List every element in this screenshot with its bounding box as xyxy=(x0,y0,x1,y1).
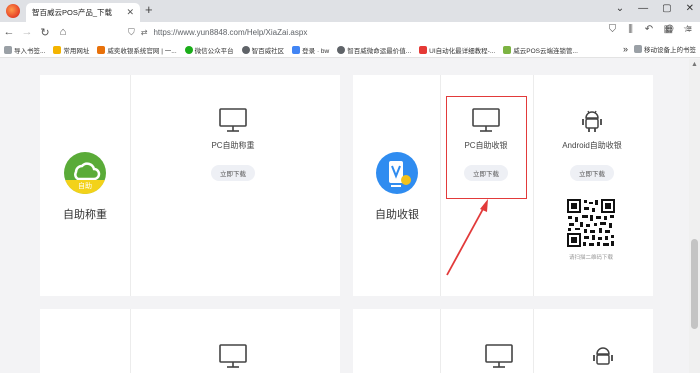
shield-icon[interactable]: ⛉ xyxy=(128,27,135,38)
weigh-product-name: PC自助称重 xyxy=(211,141,255,150)
card-divider xyxy=(130,309,131,373)
bookmark-item[interactable]: 微信公众平台 xyxy=(184,45,234,55)
bookmark-label: 登录 · bw xyxy=(302,47,330,55)
bookmark-icon xyxy=(4,45,12,54)
bookmark-label: 威云POS云端连锁管... xyxy=(513,47,578,55)
tab-close-icon[interactable]: ✕ xyxy=(126,7,134,18)
bookmark-item[interactable]: UI自动化最详细教程-... xyxy=(419,45,495,55)
bookmark-icon xyxy=(97,45,106,54)
checkout-category-label: 自助收银 xyxy=(375,209,419,221)
monitor-icon xyxy=(219,108,247,132)
close-window-icon[interactable]: ✕ xyxy=(686,3,694,14)
tab-list-icon[interactable]: ⌄ xyxy=(616,3,624,14)
account-icon[interactable]: ⚇ xyxy=(665,24,674,35)
undo-icon[interactable]: ↶ xyxy=(645,24,653,35)
maximize-icon[interactable]: ▢ xyxy=(662,3,671,14)
weigh-pc-product: PC自助称重 立即下载 xyxy=(183,107,283,181)
toolbar-actions: ⛉ ⫼ ↶ ⚇ ≡ xyxy=(609,24,692,35)
monitor-icon xyxy=(485,344,513,368)
scroll-up-icon[interactable]: ▲ xyxy=(691,61,698,68)
globe-icon xyxy=(337,45,346,54)
lower-card-left xyxy=(40,309,340,373)
bookmarks-right: » 移动设备上的书签 xyxy=(623,44,696,54)
page-content: 自助 自助称重 PC自助称重 立即下载 自助收银 PC自助收银 立即下载 And… xyxy=(0,59,689,373)
active-tab[interactable]: 智百威云POS产品_下载 ✕ xyxy=(26,3,140,22)
bookmark-icon xyxy=(503,45,512,54)
qr-code xyxy=(566,198,616,248)
folder-icon xyxy=(634,45,642,53)
card-divider xyxy=(130,75,131,296)
cloud-icon: 自助 xyxy=(64,152,106,194)
bookmark-item[interactable]: 威云POS云端连锁管... xyxy=(503,45,578,55)
mobile-bookmarks[interactable]: 移动设备上的书签 xyxy=(634,44,696,54)
back-icon[interactable]: ← xyxy=(0,26,18,38)
wechat-icon xyxy=(184,45,193,54)
mobile-bookmarks-label: 移动设备上的书签 xyxy=(644,47,696,54)
reload-icon[interactable]: ↻ xyxy=(36,26,54,39)
shield-toolbar-icon[interactable]: ⛉ xyxy=(609,24,617,35)
kiosk-icon xyxy=(376,152,418,194)
weigh-download-button[interactable]: 立即下载 xyxy=(211,165,255,181)
bookmark-label: 威奕收银系统官网 | 一... xyxy=(107,47,177,55)
browser-logo-icon[interactable] xyxy=(6,4,20,18)
qr-caption: 请扫描二维码下载 xyxy=(568,255,613,261)
bookmark-label: 智百威微命运最价值... xyxy=(347,47,412,55)
bookmark-item[interactable]: 登录 · bw xyxy=(292,45,329,55)
card-divider xyxy=(440,309,441,373)
weigh-badge: 自助 xyxy=(78,183,92,190)
annotation-arrow xyxy=(446,199,488,276)
window-controls: ⌄ — ▢ ✕ xyxy=(616,3,694,14)
bookmark-label: UI自动化最详细教程-... xyxy=(429,47,496,55)
more-bookmarks-icon[interactable]: » xyxy=(623,44,628,54)
address-bar[interactable]: ⛉ ⇄ https://www.yun8848.com/Help/XiaZai.… xyxy=(128,24,558,40)
bookmarks-bar: 导入书签... 常用网址 威奕收银系统官网 | 一... 微信公众平台 智百威社… xyxy=(0,42,700,58)
checkout-android-download-button[interactable]: 立即下载 xyxy=(570,165,614,181)
folder-icon xyxy=(53,45,62,54)
page-scrollbar[interactable]: ▲ xyxy=(689,59,700,373)
tab-strip: 智百威云POS产品_下载 ✕ + ⌄ — ▢ ✕ xyxy=(0,0,700,22)
tab-title: 智百威云POS产品_下载 xyxy=(32,8,113,17)
checkout-android-name: Android自助收银 xyxy=(562,141,622,150)
site-info-icon[interactable]: ⇄ xyxy=(141,28,148,37)
new-tab-icon[interactable]: + xyxy=(145,3,153,17)
bookmark-label: 常用网址 xyxy=(63,47,90,55)
navigation-bar: ← → ↻ ⌂ ⛉ ⇄ https://www.yun8848.com/Help… xyxy=(0,22,700,42)
weigh-category-label: 自助称重 xyxy=(63,209,107,221)
minimize-icon[interactable]: — xyxy=(638,3,648,14)
bookmark-item[interactable]: 智百威社区 xyxy=(241,45,285,55)
card-divider xyxy=(533,309,534,373)
bookmark-item[interactable]: 导入书签... xyxy=(4,45,45,55)
weigh-card: 自助 自助称重 PC自助称重 立即下载 xyxy=(40,75,340,296)
bookmark-label: 智百威社区 xyxy=(251,47,285,55)
bookmark-item[interactable]: 威奕收银系统官网 | 一... xyxy=(97,45,177,55)
highlight-box xyxy=(446,96,527,199)
bookmark-icon xyxy=(292,45,301,54)
forward-icon[interactable]: → xyxy=(18,26,36,38)
home-icon[interactable]: ⌂ xyxy=(54,26,72,38)
bookmark-icon xyxy=(419,45,428,54)
android-icon xyxy=(593,347,613,365)
bookmark-item[interactable]: 智百威微命运最价值... xyxy=(337,45,411,55)
bookmark-label: 导入书签... xyxy=(14,47,46,55)
scroll-thumb[interactable] xyxy=(691,239,698,329)
checkout-android-product: Android自助收银 立即下载 xyxy=(542,107,642,181)
bookmark-label: 微信公众平台 xyxy=(194,47,234,55)
android-icon xyxy=(582,110,602,132)
url-text[interactable]: https://www.yun8848.com/Help/XiaZai.aspx xyxy=(153,28,307,37)
bookmark-item[interactable]: 常用网址 xyxy=(53,45,89,55)
menu-icon[interactable]: ≡ xyxy=(686,24,692,35)
globe-icon xyxy=(241,45,250,54)
monitor-icon xyxy=(219,344,247,368)
lower-card-right xyxy=(353,309,653,373)
library-icon[interactable]: ⫼ xyxy=(628,24,633,35)
